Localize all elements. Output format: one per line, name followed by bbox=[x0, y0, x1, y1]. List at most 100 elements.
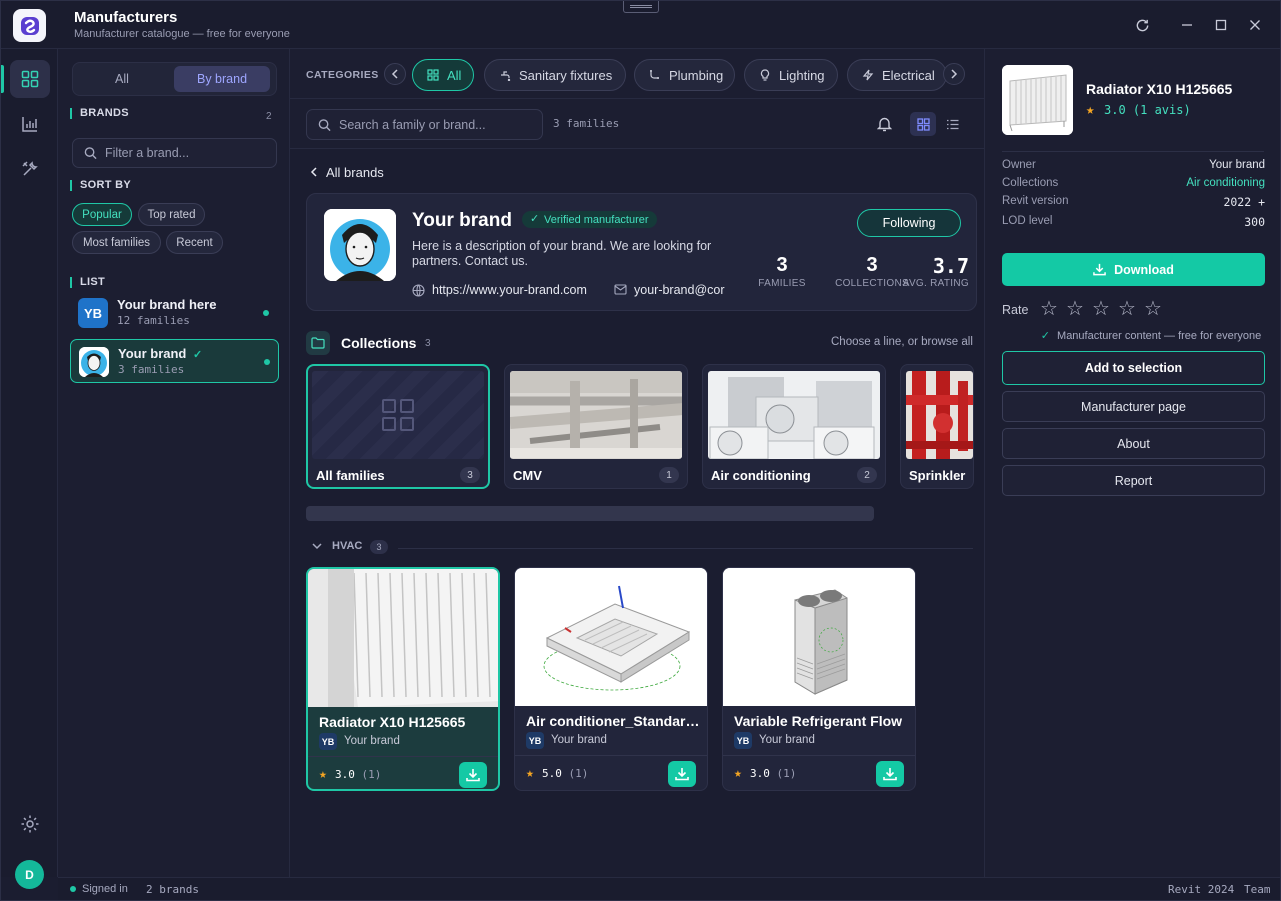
category-label: Sanitary fixtures bbox=[519, 67, 613, 83]
sort-popular[interactable]: Popular bbox=[72, 203, 132, 226]
brand-list-item[interactable]: YB Your brand here 12 families bbox=[70, 291, 279, 335]
sort-recent[interactable]: Recent bbox=[166, 231, 223, 254]
sort-top-rated[interactable]: Top rated bbox=[138, 203, 205, 226]
free-content-note: ✓ Manufacturer content — free for everyo… bbox=[1020, 329, 1280, 342]
product-name: Variable Refrigerant Flow bbox=[734, 713, 903, 729]
product-card-radiator[interactable]: Radiator X10 H125665 YB Your brand ★ 3.0… bbox=[306, 567, 500, 791]
brand-family-count: 3 families bbox=[118, 363, 185, 376]
free-note-text: Manufacturer content — free for everyone bbox=[1057, 330, 1262, 342]
product-rating: ★ 3.0 (1) bbox=[734, 766, 796, 781]
about-button[interactable]: About bbox=[1002, 428, 1265, 459]
folder-icon bbox=[306, 331, 330, 355]
category-sanitary[interactable]: Sanitary fixtures bbox=[484, 59, 626, 91]
grid-icon bbox=[916, 117, 930, 131]
online-status-dot bbox=[70, 886, 76, 892]
segment-all[interactable]: All bbox=[76, 66, 168, 92]
settings-button[interactable] bbox=[10, 805, 50, 843]
rail-catalogue-button[interactable] bbox=[10, 60, 50, 98]
category-all[interactable]: All bbox=[412, 59, 474, 91]
product-download-button[interactable] bbox=[668, 761, 696, 787]
group-header-hvac[interactable]: HVAC bbox=[310, 540, 362, 552]
brand-logo bbox=[324, 209, 396, 281]
verified-label: Verified manufacturer bbox=[544, 213, 649, 226]
rate-star-1[interactable]: ☆ bbox=[1040, 299, 1058, 319]
rail-active-indicator bbox=[1, 65, 4, 93]
product-brand-badge: YB bbox=[526, 732, 544, 749]
product-download-button[interactable] bbox=[459, 762, 487, 788]
brand-filter-placeholder: Filter a brand... bbox=[105, 146, 190, 160]
rate-star-5[interactable]: ☆ bbox=[1144, 299, 1162, 319]
categories-label: CATEGORIES bbox=[306, 69, 379, 81]
collection-name: All families bbox=[316, 468, 385, 483]
minimize-icon[interactable] bbox=[1177, 15, 1197, 35]
detail-panel: Radiator X10 H125665 ★ 3.0 (1 avis) Owne… bbox=[984, 49, 1280, 877]
all-families-thumbnail bbox=[312, 371, 484, 459]
faucet-icon bbox=[501, 71, 511, 81]
brand-filter-input[interactable]: Filter a brand... bbox=[72, 138, 277, 168]
grid-view-button[interactable] bbox=[910, 112, 936, 136]
add-to-selection-button[interactable]: Add to selection bbox=[1002, 351, 1265, 385]
collections-scrollbar[interactable] bbox=[306, 506, 874, 521]
globe-icon bbox=[412, 284, 425, 297]
family-search-placeholder: Search a family or brand... bbox=[339, 117, 486, 132]
drag-handle[interactable] bbox=[623, 1, 659, 13]
collection-count: 3 bbox=[460, 467, 480, 483]
detail-collections-value[interactable]: Air conditioning bbox=[1186, 177, 1265, 189]
category-lighting[interactable]: Lighting bbox=[744, 59, 838, 91]
product-thumbnail bbox=[1002, 65, 1073, 135]
family-search-input[interactable]: Search a family or brand... bbox=[306, 109, 543, 140]
rate-label: Rate bbox=[1002, 303, 1029, 317]
manufacturer-page-button[interactable]: Manufacturer page bbox=[1002, 391, 1265, 422]
email-link[interactable]: your-brand@cor bbox=[614, 283, 728, 297]
chevron-down-icon bbox=[312, 543, 322, 550]
report-button[interactable]: Report bbox=[1002, 465, 1265, 496]
refresh-icon[interactable] bbox=[1132, 15, 1152, 35]
category-electrical[interactable]: Electrical bbox=[847, 59, 947, 91]
rate-star-3[interactable]: ☆ bbox=[1092, 299, 1110, 319]
sort-most-families[interactable]: Most families bbox=[72, 231, 161, 254]
app-window: Manufacturers Manufacturer catalogue — f… bbox=[0, 0, 1281, 901]
segment-by-brand[interactable]: By brand bbox=[174, 66, 270, 92]
search-icon bbox=[318, 118, 331, 131]
maximize-icon[interactable] bbox=[1211, 15, 1231, 35]
brand-name: Your brand here bbox=[117, 297, 217, 312]
website-link[interactable]: https://www.your-brand.com bbox=[412, 283, 607, 297]
product-download-button[interactable] bbox=[876, 761, 904, 787]
notifications-button[interactable] bbox=[871, 112, 897, 136]
product-card-vrf[interactable]: Variable Refrigerant Flow YB Your brand … bbox=[722, 567, 916, 791]
collection-card-all[interactable]: All families 3 bbox=[306, 364, 490, 489]
collection-name: CMV bbox=[513, 468, 542, 483]
back-to-brands-link[interactable]: All brands bbox=[308, 165, 384, 180]
pipe-icon bbox=[650, 70, 659, 79]
brand-list-item-selected[interactable]: Your brand ✓ 3 families bbox=[70, 339, 279, 383]
product-card-air-conditioner[interactable]: Air conditioner_Standard... YB Your bran… bbox=[514, 567, 708, 791]
rail-stats-button[interactable] bbox=[10, 105, 50, 143]
product-rating: ★ 5.0 (1) bbox=[526, 766, 588, 781]
categories-next-button[interactable] bbox=[943, 63, 965, 85]
download-button[interactable]: Download bbox=[1002, 253, 1265, 286]
category-plumbing[interactable]: Plumbing bbox=[634, 59, 735, 91]
detail-revit-key: Revit version bbox=[1002, 195, 1069, 207]
categories-prev-button[interactable] bbox=[384, 63, 406, 85]
star-icon: ★ bbox=[1086, 102, 1095, 118]
collection-card-air-conditioning[interactable]: Air conditioning 2 bbox=[702, 364, 886, 489]
product-rating: ★ 3.0 (1) bbox=[319, 767, 381, 782]
collections-title: Collections bbox=[341, 335, 417, 351]
collection-card-sprinkler[interactable]: Sprinkler bbox=[900, 364, 974, 489]
rail-tools-button[interactable] bbox=[10, 150, 50, 188]
star-icon: ★ bbox=[319, 767, 327, 782]
team-status: Team bbox=[1244, 883, 1271, 896]
user-avatar[interactable]: D bbox=[15, 860, 44, 889]
brands-status: 2 brands bbox=[146, 883, 199, 896]
collection-count: 2 bbox=[857, 467, 877, 483]
collection-card-cmv[interactable]: CMV 1 bbox=[504, 364, 688, 489]
rate-star-4[interactable]: ☆ bbox=[1118, 299, 1136, 319]
rate-star-2[interactable]: ☆ bbox=[1066, 299, 1084, 319]
signed-in-status: Signed in bbox=[82, 883, 128, 895]
follow-button[interactable]: Following bbox=[857, 209, 961, 237]
list-view-button[interactable] bbox=[939, 112, 965, 136]
close-icon[interactable] bbox=[1245, 15, 1265, 35]
tools-icon bbox=[22, 161, 38, 176]
cmv-photo bbox=[510, 371, 682, 459]
product-divider bbox=[308, 756, 498, 757]
